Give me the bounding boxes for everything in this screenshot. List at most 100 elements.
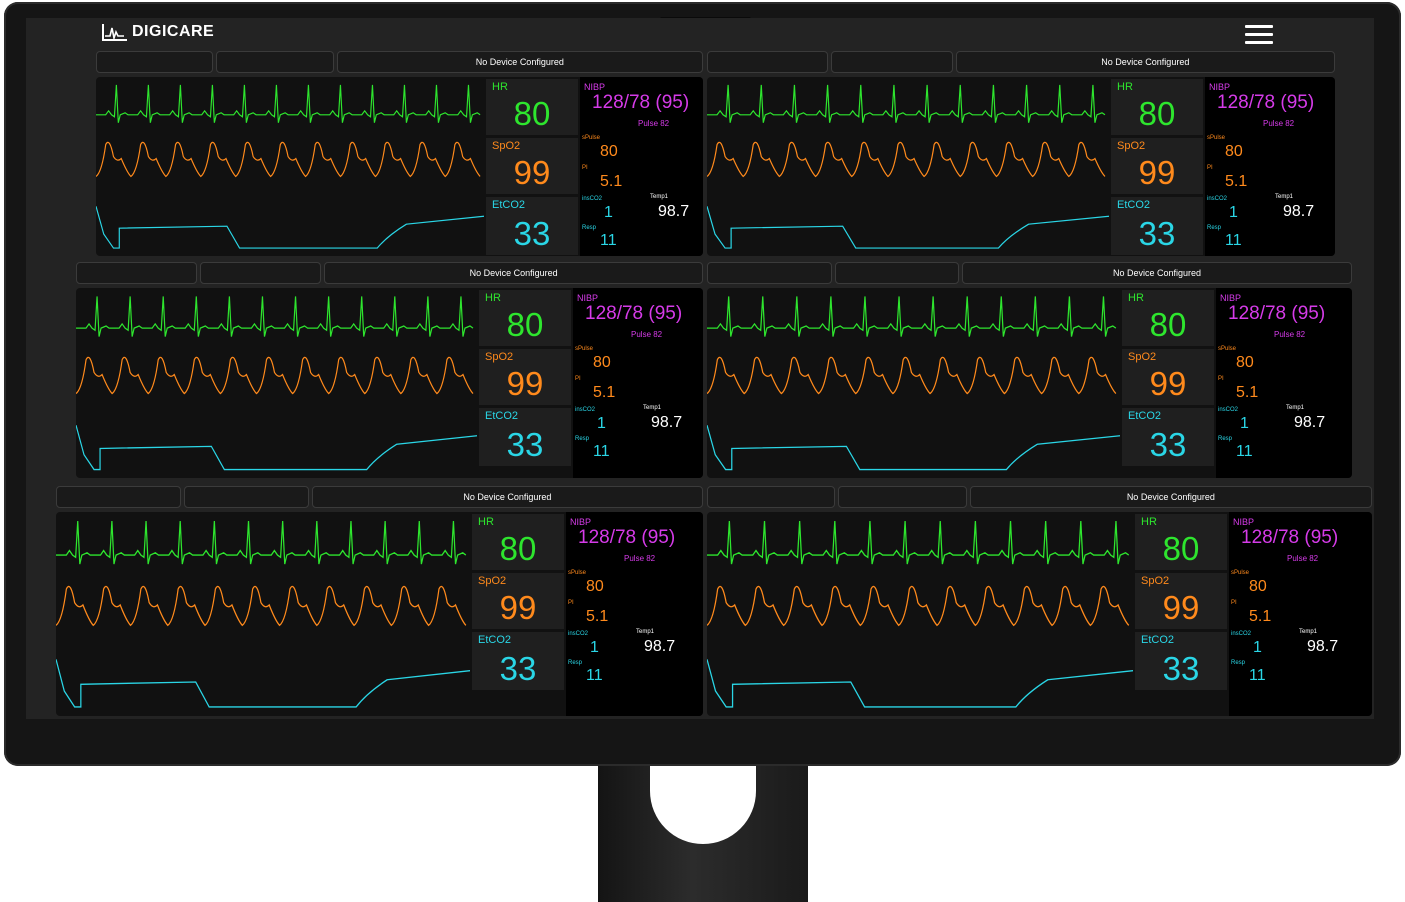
panel-tab[interactable]: [216, 51, 334, 73]
pi-value: 5.1: [1225, 173, 1248, 190]
ecg-waveform: [707, 296, 1117, 337]
hr-label: HR: [1128, 292, 1144, 304]
etco2-value: 33: [1138, 215, 1176, 252]
hamburger-icon[interactable]: [1245, 25, 1273, 45]
nibp-label: NIBP: [570, 517, 592, 527]
vitals-column: HR 80 SpO2 99 EtCO2 33: [470, 512, 566, 716]
hr-box[interactable]: HR 80: [1122, 290, 1214, 346]
resp-value: 11: [600, 232, 617, 249]
spulse-value: 80: [1249, 578, 1267, 595]
panel-tab[interactable]: [96, 51, 214, 73]
device-tab[interactable]: No Device Configured: [969, 486, 1372, 508]
hr-box[interactable]: HR 80: [486, 79, 578, 135]
pleth-waveform: [707, 356, 1117, 395]
etco2-value: 33: [506, 426, 544, 463]
vitals-column: HR 80 SpO2 99 EtCO2 33: [477, 288, 573, 478]
spulse-value: 80: [1225, 143, 1243, 160]
spo2-box[interactable]: SpO2 99: [486, 138, 578, 194]
waveforms: [96, 84, 484, 249]
insco2-label: insCO2: [1207, 196, 1228, 202]
ecg-waveform: [707, 84, 1106, 123]
hr-box[interactable]: HR 80: [1111, 79, 1203, 135]
etco2-label: EtCO2: [1117, 199, 1151, 211]
patient-panel: No Device Configured HR 80 SpO2 99 EtCO2…: [707, 486, 1372, 716]
spo2-box[interactable]: SpO2 99: [1122, 349, 1214, 405]
temp-value: 98.7: [658, 203, 690, 220]
spulse-value: 80: [593, 354, 611, 371]
monitor-body: HR 80 SpO2 99 EtCO2 33 NIBP 128/78 (95) …: [707, 77, 1335, 256]
hr-box[interactable]: HR 80: [479, 290, 571, 346]
spo2-box[interactable]: SpO2 99: [479, 349, 571, 405]
resp-value: 11: [1236, 443, 1253, 460]
pi-label: PI: [1218, 376, 1224, 382]
nibp-value: 128/78 (95): [1228, 303, 1326, 324]
waveforms: [707, 296, 1120, 471]
waveform-area: [56, 512, 470, 716]
panel-tab[interactable]: [56, 486, 181, 508]
resp-label: Resp: [582, 225, 597, 231]
nibp-value: 128/78 (95): [578, 527, 676, 548]
temp-label: Temp1: [1275, 194, 1294, 200]
vitals-column: HR 80 SpO2 99 EtCO2 33: [1133, 512, 1229, 716]
pleth-waveform: [96, 141, 481, 178]
pleth-waveform: [76, 356, 474, 395]
device-tab[interactable]: No Device Configured: [324, 262, 703, 284]
waveform-area: [707, 512, 1133, 716]
device-tab[interactable]: No Device Configured: [311, 486, 703, 508]
hr-value: 80: [499, 530, 537, 567]
ecg-waveform: [76, 296, 474, 337]
panel-tab[interactable]: [707, 51, 829, 73]
pi-value: 5.1: [593, 384, 616, 401]
capno-waveform: [56, 659, 470, 708]
spulse-label: sPulse: [568, 570, 587, 576]
etco2-box[interactable]: EtCO2 33: [1135, 632, 1227, 690]
device-tab[interactable]: No Device Configured: [955, 51, 1335, 73]
capno-waveform: [76, 425, 477, 471]
panel-tab[interactable]: [834, 262, 960, 284]
device-tab[interactable]: No Device Configured: [962, 262, 1352, 284]
secondary-params: NIBP 128/78 (95) Pulse 82 sPulse 80 PI 5…: [566, 512, 703, 716]
panel-tabs: No Device Configured: [707, 262, 1352, 284]
etco2-box[interactable]: EtCO2 33: [1111, 197, 1203, 255]
spo2-box[interactable]: SpO2 99: [1111, 138, 1203, 194]
panel-tab[interactable]: [707, 262, 832, 284]
secondary-params: NIBP 128/78 (95) Pulse 82 sPulse 80 PI 5…: [1205, 77, 1335, 256]
spulse-label: sPulse: [1231, 570, 1250, 576]
hr-box[interactable]: HR 80: [472, 514, 564, 570]
waveforms: [76, 296, 477, 471]
panel-tabs: No Device Configured: [76, 262, 703, 284]
logo-icon: [102, 24, 127, 42]
device-status: No Device Configured: [1101, 57, 1190, 67]
panel-tab[interactable]: [76, 262, 198, 284]
waveforms: [56, 521, 470, 708]
panel-tab[interactable]: [200, 262, 322, 284]
etco2-box[interactable]: EtCO2 33: [486, 197, 578, 255]
insco2-label: insCO2: [1218, 407, 1239, 413]
spo2-box[interactable]: SpO2 99: [472, 573, 564, 629]
temp-value: 98.7: [1294, 414, 1326, 431]
hr-value: 80: [1138, 95, 1176, 132]
temp-label: Temp1: [636, 629, 655, 635]
panel-tab[interactable]: [838, 486, 967, 508]
etco2-box[interactable]: EtCO2 33: [479, 408, 571, 466]
etco2-label: EtCO2: [492, 199, 526, 211]
nibp-label: NIBP: [1209, 82, 1231, 92]
etco2-value: 33: [499, 650, 537, 687]
spo2-box[interactable]: SpO2 99: [1135, 573, 1227, 629]
secondary-params: NIBP 128/78 (95) Pulse 82 sPulse 80 PI 5…: [580, 77, 703, 256]
panel-tab[interactable]: [707, 486, 836, 508]
hr-box[interactable]: HR 80: [1135, 514, 1227, 570]
panel-tabs: No Device Configured: [707, 51, 1335, 73]
temp-label: Temp1: [650, 194, 669, 200]
device-status: No Device Configured: [1126, 492, 1215, 502]
device-tab[interactable]: No Device Configured: [336, 51, 703, 73]
panel-tab[interactable]: [831, 51, 953, 73]
pulse-value: Pulse 82: [1287, 554, 1319, 563]
insco2-value: 1: [590, 639, 599, 656]
etco2-box[interactable]: EtCO2 33: [1122, 408, 1214, 466]
etco2-box[interactable]: EtCO2 33: [472, 632, 564, 690]
monitor-body: HR 80 SpO2 99 EtCO2 33 NIBP 128/78 (95) …: [96, 77, 703, 256]
vitals-column: HR 80 SpO2 99 EtCO2 33: [1120, 288, 1216, 478]
secondary-params: NIBP 128/78 (95) Pulse 82 sPulse 80 PI 5…: [1229, 512, 1372, 716]
panel-tab[interactable]: [183, 486, 309, 508]
